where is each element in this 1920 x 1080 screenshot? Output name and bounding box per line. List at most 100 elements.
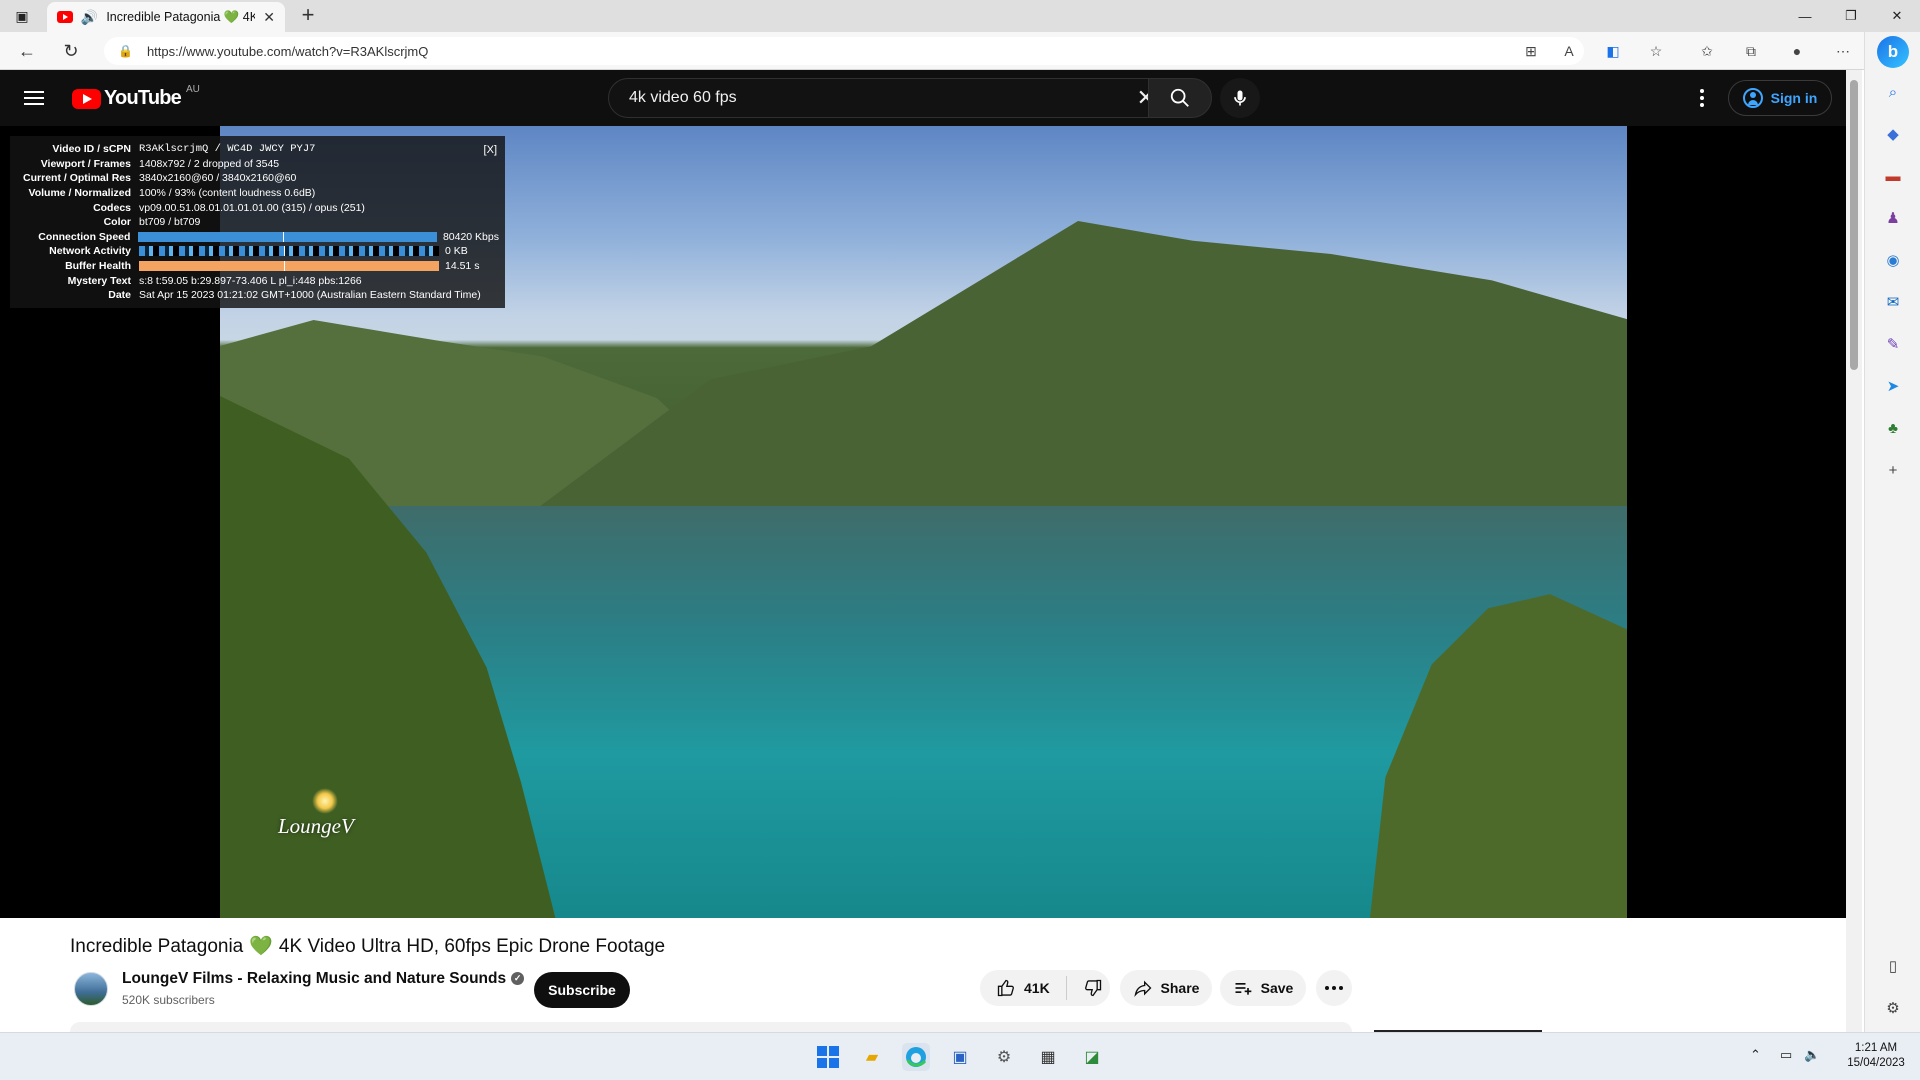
read-aloud-icon[interactable]: A [1558, 41, 1580, 61]
stats-value: 80420 Kbps [442, 230, 499, 243]
stats-row: Codecs vp09.00.51.08.01.01.01.01.00 (315… [16, 200, 499, 215]
clock-time: 1:21 AM [1854, 1042, 1898, 1054]
stats-row: Video ID / sCPN R3AKlscrjmQ / WC4D JWCY … [16, 142, 499, 157]
search-button[interactable] [1148, 78, 1212, 118]
channel-watermark: LoungeV [278, 788, 354, 839]
sidebar-drop-icon[interactable]: ✎ [1881, 332, 1905, 356]
edge-browser-icon[interactable] [902, 1043, 930, 1071]
youtube-favicon-icon [57, 11, 73, 23]
tab-close-icon[interactable]: ✕ [263, 9, 275, 26]
taskbar-clock[interactable]: 1:21 AM 15/04/2023 [1836, 1041, 1916, 1071]
stats-row: Connection Speed 80420 Kbps [16, 230, 499, 245]
stats-value: vp09.00.51.08.01.01.01.01.00 (315) / opu… [139, 201, 365, 214]
windows-taskbar: ▰ ▣ ⚙ ▦ ◪ ⌃ ▭ 🔈 1:21 AM 15/04/2023 [0, 1032, 1920, 1080]
like-button[interactable]: 41K [980, 976, 1067, 1000]
stats-value: 1408x792 / 2 dropped of 3545 [139, 157, 280, 170]
video-title: Incredible Patagonia 💚 4K Video Ultra HD, … [70, 934, 665, 958]
page-scrollbar[interactable] [1846, 70, 1862, 1032]
more-actions-button[interactable] [1316, 970, 1352, 1006]
minimize-icon[interactable]: — [1782, 0, 1828, 32]
windows-start-icon[interactable] [814, 1043, 842, 1071]
scrollbar-thumb[interactable] [1850, 80, 1858, 370]
new-tab-button[interactable]: + [296, 4, 320, 28]
like-count: 41K [1024, 980, 1050, 996]
sidebar-search-icon[interactable]: ⌕ [1881, 80, 1905, 104]
store-icon[interactable]: ▣ [946, 1043, 974, 1071]
sidebar-settings-gear-icon[interactable]: ⚙ [1881, 996, 1905, 1020]
tab-actions-icon[interactable]: ▣ [10, 6, 34, 26]
stats-label: Color [103, 216, 131, 229]
description-box[interactable] [70, 1022, 1352, 1032]
watermark-text: LoungeV [278, 814, 354, 838]
stats-row: Current / Optimal Res 3840x2160@60 / 384… [16, 171, 499, 186]
browser-tab-active[interactable]: 🔊 Incredible Patagonia 💚 4K ✕ [47, 2, 285, 32]
share-arrow-icon [1133, 980, 1151, 998]
stats-row: Network Activity 0 KB [16, 244, 499, 259]
subscribe-button[interactable]: Subscribe [534, 972, 630, 1008]
channel-name[interactable]: LoungeV Films - Relaxing Music and Natur… [122, 970, 525, 988]
thumbs-down-icon [1084, 979, 1101, 997]
profile-avatar-icon[interactable]: ● [1786, 41, 1808, 61]
refresh-icon[interactable]: ↻ [58, 39, 84, 63]
youtube-logo[interactable]: YouTube AU [72, 84, 200, 110]
stats-label: Video ID / sCPN [52, 143, 131, 156]
settings-gear-icon[interactable]: ⚙ [990, 1043, 1018, 1071]
stats-value: Sat Apr 15 2023 01:21:02 GMT+1000 (Austr… [139, 289, 481, 302]
sidebar-tree-icon[interactable]: ♣ [1881, 416, 1905, 440]
address-bar[interactable]: 🔒 https://www.youtube.com/watch?v=R3AKls… [104, 37, 1584, 65]
address-bar-row: ← ↻ 🔒 https://www.youtube.com/watch?v=R3… [0, 32, 1920, 70]
video-player[interactable]: LoungeV [X] Video ID / sCPN R3AKlscrjmQ … [0, 126, 1846, 918]
save-playlist-icon [1235, 983, 1251, 995]
bing-chat-icon[interactable]: b [1877, 36, 1909, 68]
collections-icon[interactable]: ⧉ [1740, 41, 1762, 61]
app-icon[interactable]: ◪ [1078, 1043, 1106, 1071]
window-close-icon[interactable]: ✕ [1874, 0, 1920, 32]
tray-chevron-icon[interactable]: ⌃ [1750, 1047, 1761, 1063]
add-favorite-icon[interactable]: ☆ [1645, 41, 1667, 61]
extension-icon[interactable]: ◧ [1602, 41, 1624, 61]
volume-icon[interactable]: 🔈 [1804, 1047, 1820, 1063]
sidebar-layout-icon[interactable]: ▯ [1881, 954, 1905, 978]
speaker-icon[interactable]: 🔊 [81, 9, 98, 26]
like-dislike-group: 41K [980, 970, 1110, 1006]
stats-row: Color bt709 / bt709 [16, 215, 499, 230]
restore-icon[interactable]: ❐ [1828, 0, 1874, 32]
stats-label: Date [108, 289, 131, 302]
menu-icon[interactable] [24, 86, 48, 110]
lock-icon[interactable]: 🔒 [118, 44, 133, 58]
calculator-icon[interactable]: ▦ [1034, 1043, 1062, 1071]
sign-in-button[interactable]: Sign in [1728, 80, 1832, 116]
sidebar-outlook-icon[interactable]: ✉ [1881, 290, 1905, 314]
sidebar-games-icon[interactable]: ♟ [1881, 206, 1905, 230]
youtube-wordmark: YouTube [104, 87, 182, 109]
youtube-header: YouTube AU 4k video 60 fps ✕ Sign in [0, 70, 1846, 126]
stats-value: 0 KB [445, 245, 468, 258]
clock-date: 15/04/2023 [1847, 1057, 1905, 1069]
app-available-icon[interactable]: ⊞ [1520, 41, 1542, 61]
verified-check-icon: ✓ [511, 972, 525, 986]
sidebar-tools-icon[interactable]: ▬ [1881, 164, 1905, 188]
dislike-button[interactable] [1067, 978, 1119, 998]
settings-more-icon[interactable]: ⋯ [1832, 41, 1854, 61]
stats-label: Buffer Health [65, 260, 131, 273]
voice-search-button[interactable] [1220, 78, 1260, 118]
stats-row: Mystery Text s:8 t:59.05 b:29.897-73.406… [16, 273, 499, 288]
sidebar-add-icon[interactable]: + [1881, 458, 1905, 482]
file-explorer-icon[interactable]: ▰ [858, 1043, 886, 1071]
settings-kebab-icon[interactable] [1690, 86, 1714, 110]
save-button[interactable]: Save [1220, 970, 1306, 1006]
tab-title: Incredible Patagonia 💚 4K [106, 9, 256, 24]
sidebar-shopping-icon[interactable]: ◆ [1881, 122, 1905, 146]
stats-for-nerds-panel: [X] Video ID / sCPN R3AKlscrjmQ / WC4D J… [10, 136, 505, 308]
back-arrow-icon[interactable]: ← [14, 39, 40, 63]
favorites-icon[interactable]: ✩ [1696, 41, 1718, 61]
video-title-part: Incredible Patagonia [70, 936, 244, 957]
stats-close-button[interactable]: [X] [484, 144, 497, 156]
channel-avatar[interactable] [74, 972, 108, 1006]
network-icon[interactable]: ▭ [1780, 1047, 1792, 1063]
stats-value: s:8 t:59.05 b:29.897-73.406 L pl_i:448 p… [139, 274, 362, 287]
search-input[interactable]: 4k video 60 fps ✕ [608, 78, 1168, 118]
sidebar-send-icon[interactable]: ➤ [1881, 374, 1905, 398]
sidebar-m365-icon[interactable]: ◉ [1881, 248, 1905, 272]
share-button[interactable]: Share [1120, 970, 1212, 1006]
